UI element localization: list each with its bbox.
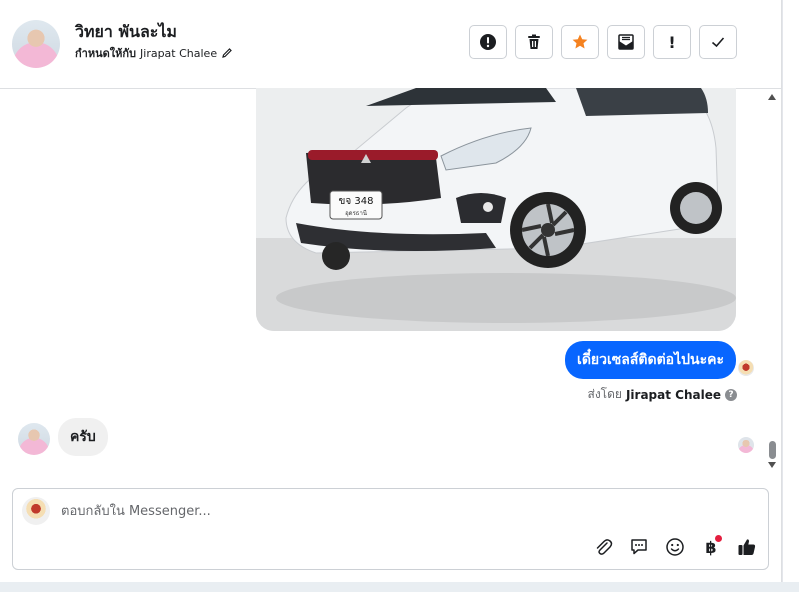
received-message-bubble[interactable]: ครับ xyxy=(58,418,108,456)
contact-name[interactable]: วิทยา พันละไม xyxy=(75,20,177,45)
alert-circle-icon xyxy=(480,34,496,50)
conversation-panel: วิทยา พันละไม กำหนดให้กับ Jirapat Chalee xyxy=(0,0,782,582)
delete-button[interactable] xyxy=(515,25,553,59)
scroll-down-arrow[interactable] xyxy=(768,462,776,468)
star-icon xyxy=(572,34,588,49)
sender-avatar xyxy=(738,360,754,376)
seen-indicator-avatar xyxy=(738,437,754,453)
sent-by-line: ส่งโดย Jirapat Chalee ? xyxy=(587,385,737,404)
sent-message-bubble[interactable]: เดี๋ยวเซลส์ติดต่อไปนะคะ xyxy=(565,341,736,379)
right-edge xyxy=(782,0,799,592)
assignee-name: Jirapat Chalee xyxy=(140,46,218,60)
reply-composer: ฿ xyxy=(12,488,769,570)
attach-button[interactable] xyxy=(592,536,614,558)
thumbs-up-icon xyxy=(738,539,756,555)
star-button[interactable] xyxy=(561,25,599,59)
saved-replies-button[interactable] xyxy=(628,536,650,558)
emoji-button[interactable] xyxy=(664,536,686,558)
pencil-icon[interactable] xyxy=(221,47,233,59)
mark-unread-button[interactable] xyxy=(607,25,645,59)
emoji-icon xyxy=(666,538,684,556)
sent-by-name: Jirapat Chalee xyxy=(625,387,721,402)
follow-up-button[interactable]: ! xyxy=(653,25,691,59)
scrollbar-thumb[interactable] xyxy=(769,441,776,459)
envelope-icon xyxy=(618,34,634,50)
help-icon[interactable]: ? xyxy=(725,388,737,401)
notification-dot xyxy=(715,535,722,542)
assignment-line[interactable]: กำหนดให้กับ Jirapat Chalee xyxy=(75,44,233,62)
composer-toolbar: ฿ xyxy=(592,535,758,558)
chat-bubble-icon xyxy=(631,539,647,555)
check-icon xyxy=(711,37,725,48)
paperclip-icon xyxy=(596,539,613,555)
scroll-up-arrow[interactable] xyxy=(768,94,776,100)
payment-button[interactable]: ฿ xyxy=(700,535,722,558)
plate-province: อุดรธานี xyxy=(345,209,367,217)
reply-input[interactable] xyxy=(61,501,751,521)
sent-by-label: ส่งโดย xyxy=(587,387,622,401)
bottom-edge xyxy=(0,582,799,592)
header-actions: ! xyxy=(469,25,737,59)
car-photo[interactable]: ขจ 348 อุดรธานี xyxy=(256,88,736,331)
like-button[interactable] xyxy=(736,536,758,558)
spam-button[interactable] xyxy=(469,25,507,59)
contact-message-avatar xyxy=(18,423,50,455)
trash-icon xyxy=(528,34,540,49)
page-avatar xyxy=(22,497,50,525)
done-button[interactable] xyxy=(699,25,737,59)
assign-label: กำหนดให้กับ xyxy=(75,47,137,60)
plate-number: ขจ 348 xyxy=(339,196,374,207)
car-illustration: ขจ 348 อุดรธานี xyxy=(256,88,736,331)
contact-avatar[interactable] xyxy=(12,20,60,68)
conversation-header: วิทยา พันละไม กำหนดให้กับ Jirapat Chalee xyxy=(0,0,781,89)
exclamation-icon: ! xyxy=(668,32,676,52)
